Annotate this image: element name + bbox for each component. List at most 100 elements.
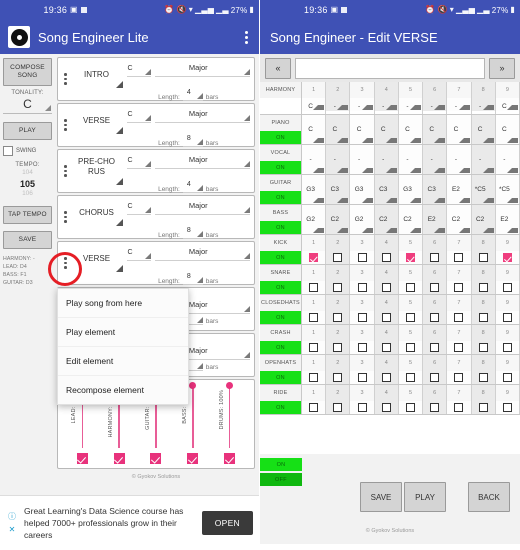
- note-select[interactable]: C2: [471, 205, 495, 234]
- card-key-select[interactable]: C: [126, 241, 151, 261]
- step-checkbox[interactable]: [405, 253, 415, 262]
- step-checkbox[interactable]: [478, 403, 488, 412]
- step-cell[interactable]: [471, 251, 495, 264]
- step-checkbox[interactable]: [333, 313, 343, 322]
- step-cell[interactable]: [350, 401, 374, 414]
- track-on-button[interactable]: ON: [260, 371, 301, 384]
- step-checkbox[interactable]: [381, 343, 391, 352]
- step-checkbox[interactable]: [309, 253, 319, 262]
- note-select[interactable]: -: [326, 145, 350, 174]
- swing-checkbox[interactable]: [3, 146, 13, 157]
- context-menu-item[interactable]: Recompose element: [58, 375, 188, 404]
- step-checkbox[interactable]: [333, 403, 343, 412]
- card-menu-icon[interactable]: [62, 162, 71, 180]
- step-cell[interactable]: [495, 371, 519, 384]
- step-checkbox[interactable]: [454, 373, 464, 382]
- song-element-card[interactable]: VERSE C Major Length: 8 bars: [57, 241, 255, 285]
- mixer-slider[interactable]: DRUMS: 100%: [219, 382, 236, 448]
- note-select[interactable]: C3: [326, 175, 350, 204]
- step-checkbox[interactable]: [357, 373, 367, 382]
- step-checkbox[interactable]: [430, 313, 440, 322]
- step-checkbox[interactable]: [309, 373, 319, 382]
- track-on-button[interactable]: ON: [260, 191, 301, 204]
- step-cell[interactable]: [471, 341, 495, 354]
- step-checkbox[interactable]: [309, 283, 319, 292]
- card-length-select[interactable]: 8: [182, 219, 203, 239]
- step-checkbox[interactable]: [381, 373, 391, 382]
- step-cell[interactable]: [495, 251, 519, 264]
- step-checkbox[interactable]: [478, 283, 488, 292]
- card-name-select[interactable]: VERSE: [71, 116, 123, 134]
- step-checkbox[interactable]: [357, 253, 367, 262]
- note-select[interactable]: G3: [350, 175, 374, 204]
- step-checkbox[interactable]: [430, 403, 440, 412]
- prev-page-button[interactable]: «: [265, 57, 291, 79]
- step-checkbox[interactable]: [357, 403, 367, 412]
- note-select[interactable]: -: [350, 145, 374, 174]
- card-name-select[interactable]: INTRO: [71, 70, 123, 88]
- info-icon[interactable]: ⓘ: [8, 512, 16, 521]
- note-select[interactable]: C3: [374, 175, 398, 204]
- step-cell[interactable]: [326, 251, 350, 264]
- step-cell[interactable]: [350, 341, 374, 354]
- step-checkbox[interactable]: [333, 253, 343, 262]
- step-cell[interactable]: [326, 341, 350, 354]
- note-select[interactable]: C: [302, 115, 326, 144]
- ad-banner[interactable]: ⓘ ✕ Great Learning's Data Science course…: [0, 495, 259, 550]
- note-select[interactable]: C: [495, 115, 519, 144]
- mixer-checkbox[interactable]: [150, 453, 162, 464]
- card-key-select[interactable]: C: [126, 195, 151, 215]
- step-checkbox[interactable]: [502, 373, 512, 382]
- step-checkbox[interactable]: [357, 313, 367, 322]
- step-checkbox[interactable]: [333, 343, 343, 352]
- step-checkbox[interactable]: [381, 253, 391, 262]
- back-button[interactable]: BACK: [468, 482, 510, 512]
- step-cell[interactable]: [495, 401, 519, 414]
- note-select[interactable]: C2: [374, 205, 398, 234]
- step-cell[interactable]: [447, 311, 471, 324]
- step-cell[interactable]: [374, 401, 398, 414]
- track-on-button[interactable]: ON: [260, 311, 301, 324]
- step-checkbox[interactable]: [430, 373, 440, 382]
- step-cell[interactable]: [423, 341, 447, 354]
- note-select[interactable]: -: [398, 98, 423, 111]
- step-checkbox[interactable]: [405, 313, 415, 322]
- track-on-button[interactable]: ON: [260, 281, 301, 294]
- save-button[interactable]: SAVE: [3, 231, 52, 250]
- card-menu-icon[interactable]: [62, 70, 71, 88]
- tempo-prev[interactable]: 104: [3, 169, 52, 178]
- card-menu-icon[interactable]: [62, 254, 71, 272]
- step-cell[interactable]: [471, 371, 495, 384]
- note-select[interactable]: -: [447, 98, 471, 111]
- step-cell[interactable]: [423, 371, 447, 384]
- note-select[interactable]: -: [326, 98, 350, 111]
- track-on-button[interactable]: ON: [260, 221, 301, 234]
- step-cell[interactable]: [495, 341, 519, 354]
- step-cell[interactable]: [302, 341, 326, 354]
- step-cell[interactable]: [398, 251, 423, 264]
- step-cell[interactable]: [374, 311, 398, 324]
- note-select[interactable]: E2: [423, 205, 447, 234]
- step-cell[interactable]: [471, 401, 495, 414]
- card-key-select[interactable]: C: [126, 103, 151, 123]
- note-select[interactable]: -: [350, 98, 374, 111]
- step-cell[interactable]: [447, 251, 471, 264]
- context-menu-item[interactable]: Edit element: [58, 346, 188, 375]
- step-checkbox[interactable]: [478, 373, 488, 382]
- step-cell[interactable]: [302, 281, 326, 294]
- note-select[interactable]: C: [447, 115, 471, 144]
- mixer-checkbox[interactable]: [224, 453, 236, 464]
- note-select[interactable]: -: [398, 145, 423, 174]
- note-select[interactable]: -: [423, 98, 447, 111]
- grid-play-button[interactable]: PLAY: [404, 482, 446, 512]
- note-select[interactable]: C: [398, 115, 423, 144]
- step-cell[interactable]: [447, 371, 471, 384]
- note-select[interactable]: *C5: [471, 175, 495, 204]
- grid-save-button[interactable]: SAVE: [360, 482, 402, 512]
- card-scale-select[interactable]: Major: [154, 103, 250, 123]
- step-checkbox[interactable]: [405, 283, 415, 292]
- step-checkbox[interactable]: [478, 313, 488, 322]
- step-cell[interactable]: [326, 281, 350, 294]
- step-checkbox[interactable]: [430, 343, 440, 352]
- step-cell[interactable]: [326, 371, 350, 384]
